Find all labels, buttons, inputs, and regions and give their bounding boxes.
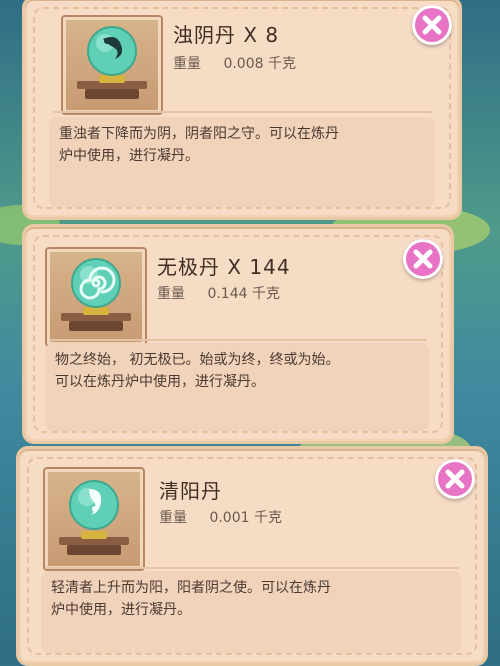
item-quantity: X 144 [227, 255, 291, 279]
weight-value: 0.008 千克 [223, 56, 296, 72]
weight-value: 0.001 千克 [209, 510, 282, 526]
description-line: 物之终始， 初无极已。始或为终，终或为始。 [55, 352, 340, 368]
item-name: 清阳丹 [159, 479, 222, 503]
item-name: 无极丹 [157, 255, 220, 279]
item-title: 浊阴丹 X 8 [173, 19, 279, 48]
close-button[interactable] [403, 239, 443, 279]
close-icon [445, 469, 465, 489]
item-weight: 重量 0.144 千克 [157, 283, 280, 303]
description-line: 炉中使用，进行凝丹。 [59, 148, 199, 164]
item-thumbnail [61, 15, 163, 115]
divider [53, 111, 433, 113]
item-description: 轻清者上升而为阳，阳者阴之使。可以在炼丹 炉中使用，进行凝丹。 [41, 571, 461, 653]
item-card: 浊阴丹 X 8 重量 0.008 千克 重浊者下降而为阴，阴者阳之守。可以在炼丹… [22, 0, 462, 220]
divider [49, 339, 427, 341]
item-description: 重浊者下降而为阴，阴者阳之守。可以在炼丹 炉中使用，进行凝丹。 [49, 117, 435, 207]
item-card: 清阳丹 重量 0.001 千克 轻清者上升而为阳，阳者阴之使。可以在炼丹 炉中使… [16, 446, 488, 666]
description-line: 轻清者上升而为阳，阳者阴之使。可以在炼丹 [51, 580, 331, 596]
item-weight: 重量 0.001 千克 [159, 507, 282, 527]
item-weight: 重量 0.008 千克 [173, 53, 296, 73]
weight-label: 重量 [157, 286, 185, 302]
spiral-orb-icon [61, 258, 131, 331]
item-title: 无极丹 X 144 [157, 251, 291, 280]
item-quantity: X 8 [243, 23, 280, 47]
item-description: 物之终始， 初无极已。始或为终，终或为始。 可以在炼丹炉中使用，进行凝丹。 [45, 343, 429, 431]
weight-label: 重量 [159, 510, 187, 526]
yin-orb-icon [77, 26, 147, 99]
description-line: 可以在炼丹炉中使用，进行凝丹。 [55, 374, 265, 390]
item-card: 无极丹 X 144 重量 0.144 千克 物之终始， 初无极已。始或为终，终或… [22, 224, 454, 444]
divider [45, 567, 459, 569]
description-line: 炉中使用，进行凝丹。 [51, 602, 191, 618]
item-thumbnail [43, 467, 145, 571]
weight-label: 重量 [173, 56, 201, 72]
description-line: 重浊者下降而为阴，阴者阳之守。可以在炼丹 [59, 126, 339, 142]
close-button[interactable] [412, 5, 452, 45]
item-thumbnail [45, 247, 147, 347]
close-icon [422, 15, 442, 35]
item-name: 浊阴丹 [173, 23, 236, 47]
close-button[interactable] [435, 459, 475, 499]
item-title: 清阳丹 [159, 475, 222, 504]
yang-orb-icon [59, 480, 129, 555]
close-icon [413, 249, 433, 269]
weight-value: 0.144 千克 [207, 286, 280, 302]
